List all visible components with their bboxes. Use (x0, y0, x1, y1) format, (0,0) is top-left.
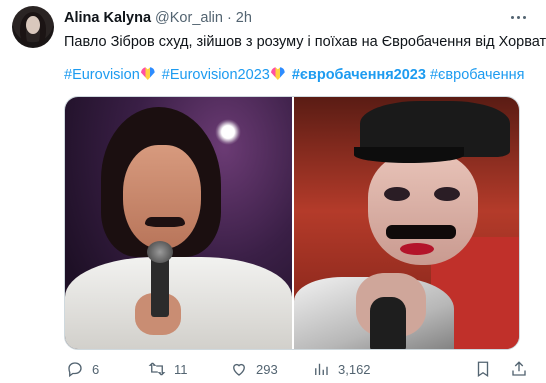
like-button[interactable]: 293 (230, 358, 278, 380)
reply-count: 6 (92, 361, 100, 377)
hashtag-yevrobachennya2023[interactable]: #євробачення2023 (292, 67, 426, 83)
heart-icon (141, 67, 155, 80)
view-count: 3,162 (338, 361, 371, 377)
reply-button[interactable]: 6 (66, 358, 99, 380)
media-photo-left[interactable] (65, 97, 292, 349)
media-grid (64, 96, 520, 350)
share-icon (512, 361, 526, 376)
more-options-icon[interactable] (504, 6, 532, 28)
views-chart-icon (315, 363, 328, 375)
performer-eye-right (434, 187, 460, 201)
hashtag-line: #Eurovision #Eurovision2023 #євробачення… (64, 65, 534, 85)
singer-moustache (145, 217, 185, 227)
tweet-header: Alina Kalyna @Kor_alin · 2h (64, 8, 252, 28)
performer-moustache (386, 225, 456, 239)
like-count: 293 (256, 361, 278, 377)
tweet[interactable]: Alina Kalyna @Kor_alin · 2h Павло Зібров… (0, 0, 546, 383)
bookmark-button[interactable] (474, 358, 492, 380)
author-handle[interactable]: @Kor_alin (155, 10, 223, 26)
microphone-icon (147, 241, 173, 317)
avatar-face (26, 16, 40, 34)
retweet-icon (148, 362, 166, 376)
tweet-text: Павло Зібров схуд, зійшов з розуму і пої… (64, 34, 546, 50)
retweet-count: 11 (174, 361, 188, 377)
reply-icon (68, 362, 82, 378)
heart-outline-icon (233, 363, 245, 376)
media-photo-right[interactable] (294, 97, 519, 349)
heart-icon (271, 67, 285, 80)
share-button[interactable] (510, 358, 528, 380)
hashtag-eurovision[interactable]: #Eurovision (64, 67, 140, 83)
performer-cap-visor (354, 147, 464, 163)
singer-face (123, 145, 201, 249)
action-bar: 6 11 293 3,162 (64, 358, 534, 380)
retweet-button[interactable]: 11 (148, 358, 188, 380)
author-name[interactable]: Alina Kalyna (64, 10, 151, 26)
tweet-time[interactable]: 2h (236, 10, 252, 26)
bookmark-icon (477, 361, 489, 378)
stage-light (215, 119, 241, 145)
microphone-icon (370, 297, 406, 349)
views-button[interactable]: 3,162 (312, 358, 371, 380)
separator-dot: · (226, 10, 232, 26)
hashtag-eurovision2023[interactable]: #Eurovision2023 (162, 67, 270, 83)
performer-lips (400, 243, 434, 255)
author-avatar[interactable] (12, 6, 54, 48)
hashtag-yevrobachennya[interactable]: #євробачення (430, 67, 525, 83)
performer-eye-left (384, 187, 410, 201)
